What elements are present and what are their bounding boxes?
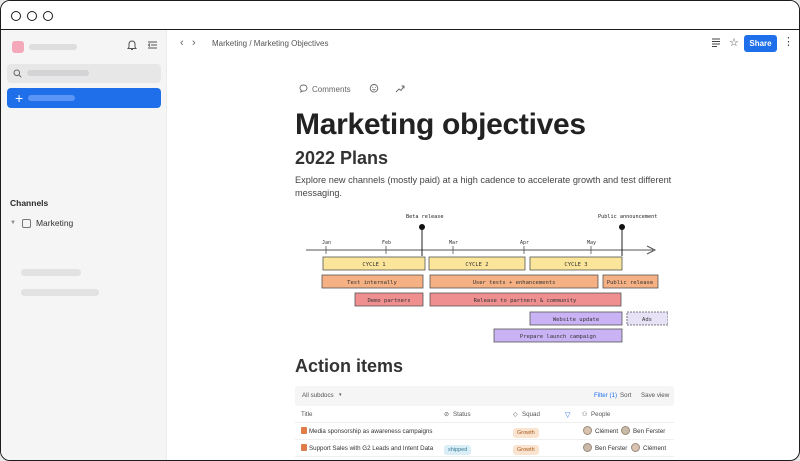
roadmap-bar-label: Website update [553, 317, 599, 323]
chevron-down-icon[interactable]: ▾ [339, 392, 342, 398]
more-vertical-icon[interactable]: ⋮ [783, 35, 794, 49]
new-doc-button[interactable]: + [7, 88, 161, 108]
roadmap-bar-label: Release to partners & community [474, 298, 577, 304]
column-header-status[interactable]: Status [453, 411, 471, 418]
window-maximize-button[interactable] [43, 11, 53, 21]
table-row[interactable]: Media sponsorship as awareness campaigns… [295, 423, 674, 440]
avatar [583, 443, 592, 452]
section-heading-action-items: Action items [295, 356, 404, 376]
roadmap-bar-label: Prepare launch campaign [520, 334, 596, 340]
column-header-squad[interactable]: Squad [522, 411, 540, 418]
avatar [583, 426, 592, 435]
milestone-label: Beta release [406, 214, 443, 220]
window-titlebar [1, 1, 799, 30]
collapse-sidebar-icon[interactable] [147, 40, 158, 53]
person-name: Clément [643, 445, 667, 452]
squad-badge[interactable]: Growth [513, 428, 539, 438]
person-name: Ben Ferster [595, 445, 628, 452]
app-window: + Channels ▼ Marketing ‹ › Marketing / M… [0, 0, 800, 461]
sidebar-placeholder-2 [21, 289, 99, 296]
sidebar: + Channels ▼ Marketing [1, 30, 167, 460]
section-heading-plans: 2022 Plans [295, 148, 389, 168]
roadmap-bar-label: Test internally [347, 280, 397, 286]
caret-down-icon[interactable]: ▼ [10, 220, 16, 226]
filter-funnel-icon[interactable]: ▽ [565, 411, 570, 419]
workspace-name-placeholder [29, 44, 77, 50]
month-label: Apr [520, 240, 529, 246]
workspace-logo[interactable] [12, 41, 24, 53]
save-view-button[interactable]: Save view [641, 392, 669, 399]
emoji-add-icon[interactable] [369, 83, 379, 96]
table-toolbar: All subdocs ▾ Filter (1) Sort Save view [295, 386, 674, 406]
roadmap-bar-label: Public release [607, 280, 653, 286]
person-name: Clément [595, 428, 619, 435]
people-column-icon: ⚇ [582, 412, 588, 418]
comment-icon[interactable] [299, 84, 308, 96]
roadmap-bar-label: User tests + enhancements [473, 280, 556, 286]
channels-header: Channels [10, 198, 49, 208]
avatar [631, 443, 640, 452]
outline-icon[interactable] [711, 37, 721, 51]
star-icon[interactable]: ☆ [729, 36, 739, 50]
comments-button[interactable]: Comments [312, 85, 351, 94]
tag-column-icon: ◇ [513, 412, 518, 418]
roadmap-diagram: Jan Feb Mar Apr May Beta release Public … [306, 214, 668, 343]
sidebar-placeholder-1 [21, 269, 81, 276]
row-title[interactable]: Media sponsorship as awareness campaigns [309, 428, 432, 435]
milestone-label: Public announcement [598, 214, 657, 220]
plus-icon: + [15, 90, 24, 106]
roadmap-bar-label: CYCLE 3 [564, 262, 587, 268]
month-label: Feb [382, 240, 391, 246]
document-area: Comments Marketing objectives 2022 Plans… [168, 58, 799, 460]
milestone-marker [619, 224, 625, 230]
table-header: Title ⊘ Status ◇ Squad ▽ ⚇ People [295, 406, 674, 423]
share-button[interactable]: Share [744, 35, 777, 52]
roadmap-bar-label: Ads [642, 317, 652, 323]
subdocs-filter-dropdown[interactable]: All subdocs [302, 392, 334, 399]
window-minimize-button[interactable] [27, 11, 37, 21]
milestone-marker [419, 224, 425, 230]
month-label: Mar [449, 240, 458, 246]
new-doc-label-placeholder [28, 95, 75, 101]
document-topbar: ‹ › Marketing / Marketing Objectives ☆ S… [168, 30, 799, 58]
status-badge[interactable]: shipped [444, 445, 472, 455]
channel-icon [21, 218, 31, 228]
status-column-icon: ⊘ [444, 412, 450, 418]
doc-icon [301, 444, 307, 451]
month-label: May [587, 240, 596, 246]
table-row[interactable]: Support Sales with G2 Leads and Intent D… [295, 440, 674, 457]
doc-icon [301, 427, 307, 434]
month-label: Jan [322, 240, 331, 246]
trend-icon[interactable] [395, 84, 405, 96]
roadmap-bar-label: CYCLE 2 [465, 262, 488, 268]
page-title: Marketing objectives [295, 108, 586, 141]
sidebar-item-label: Marketing [35, 218, 74, 228]
roadmap-bar-label: Demo partners [367, 298, 410, 304]
action-items-table: All subdocs ▾ Filter (1) Sort Save view … [295, 386, 674, 460]
column-header-people[interactable]: People [591, 411, 610, 418]
search-icon [13, 69, 22, 78]
doc-toolbar: Comments [299, 83, 409, 96]
roadmap-bar-label: CYCLE 1 [362, 262, 385, 268]
sidebar-item-marketing[interactable]: ▼ Marketing [10, 216, 73, 230]
bell-icon[interactable] [127, 40, 137, 54]
sidebar-search[interactable] [7, 64, 161, 83]
row-title[interactable]: Support Sales with G2 Leads and Intent D… [309, 445, 433, 452]
squad-badge[interactable]: Growth [513, 445, 539, 455]
column-header-title[interactable]: Title [301, 411, 312, 418]
back-arrow-icon[interactable]: ‹ [180, 37, 184, 49]
window-close-button[interactable] [11, 11, 21, 21]
forward-arrow-icon[interactable]: › [192, 37, 196, 49]
intro-paragraph: Explore new channels (mostly paid) at a … [295, 175, 672, 198]
person-name: Ben Ferster [633, 428, 666, 435]
breadcrumb[interactable]: Marketing / Marketing Objectives [212, 39, 329, 48]
avatar [621, 426, 630, 435]
filter-button[interactable]: Filter (1) [594, 392, 617, 399]
sort-button[interactable]: Sort [620, 392, 631, 399]
search-placeholder [27, 70, 89, 76]
